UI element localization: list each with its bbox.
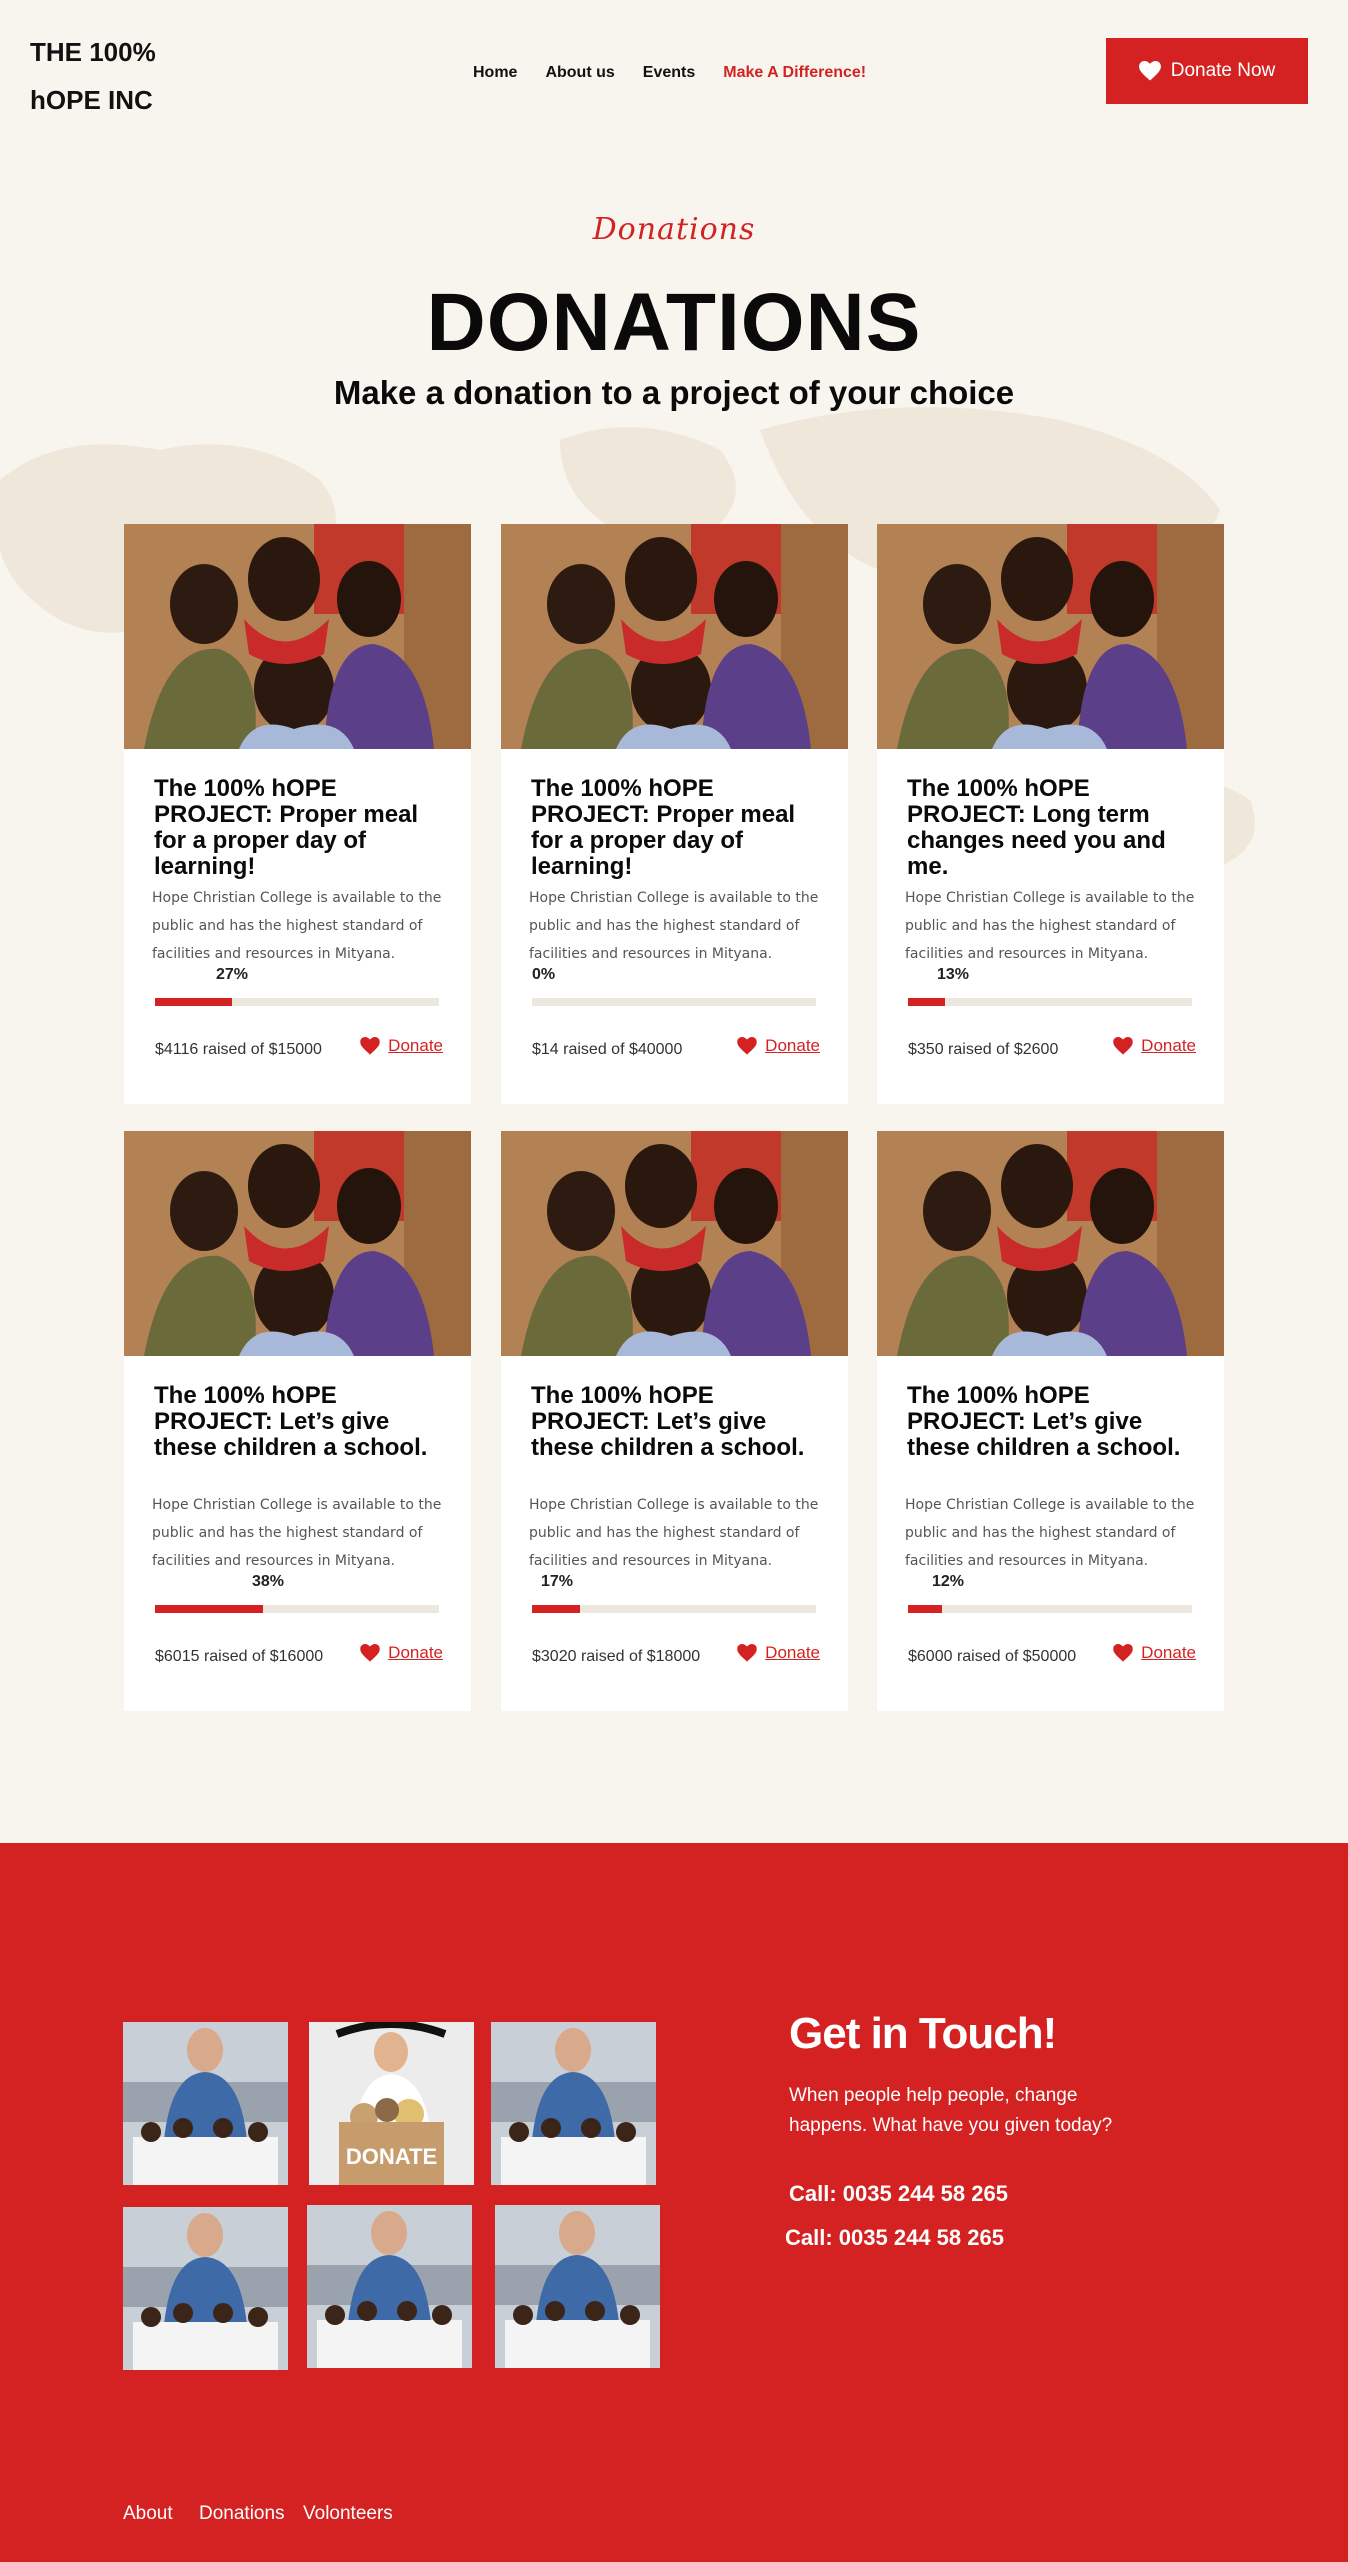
donate-link[interactable]: Donate: [1113, 1036, 1196, 1056]
project-title[interactable]: The 100% hOPE PROJECT: Proper meal for a…: [154, 776, 454, 880]
get-in-touch-text: When people help people, change happens.…: [789, 2085, 1113, 2136]
donate-now-button[interactable]: Donate Now: [1106, 38, 1308, 104]
progress-bar-fill: [908, 1605, 943, 1613]
project-description: Hope Christian College is available to t…: [152, 890, 442, 962]
phone-number[interactable]: Call: 0035 244 58 265: [789, 2181, 1008, 2207]
nav-about-us[interactable]: About us: [545, 64, 614, 82]
project-description: Hope Christian College is available to t…: [905, 890, 1195, 962]
get-in-touch-title: Get in Touch!: [789, 2009, 1057, 2058]
donate-box-text: DONATE: [345, 2144, 438, 2169]
progress-bar-fill: [532, 1605, 581, 1613]
progress-percent: 38%: [252, 1573, 285, 1590]
project-title[interactable]: The 100% hOPE PROJECT: Let’s give these …: [907, 1383, 1207, 1461]
donate-link-label: Donate: [388, 1643, 443, 1662]
donate-link[interactable]: Donate: [737, 1643, 820, 1663]
project-card: The 100% hOPE PROJECT: Let’s give these …: [501, 1131, 848, 1711]
heart-icon: [360, 1644, 380, 1662]
project-image: [877, 1131, 1224, 1356]
progress-percent: 27%: [216, 966, 249, 983]
footer-link-donations[interactable]: Donations: [199, 2503, 285, 2525]
donate-link[interactable]: Donate: [737, 1036, 820, 1056]
project-card: The 100% hOPE PROJECT: Long term changes…: [877, 524, 1224, 1104]
donate-link-label: Donate: [388, 1036, 443, 1055]
project-card: The 100% hOPE PROJECT: Proper meal for a…: [501, 524, 848, 1104]
donate-link-label: Donate: [1141, 1643, 1196, 1662]
project-image: [124, 1131, 471, 1356]
donate-link-label: Donate: [1141, 1036, 1196, 1055]
heart-icon: [360, 1037, 380, 1055]
progress-percent: 0%: [532, 966, 556, 983]
nav-home[interactable]: Home: [473, 64, 517, 82]
project-description: Hope Christian College is available to t…: [152, 1497, 442, 1569]
progress-percent: 17%: [541, 1573, 574, 1590]
heart-icon: [1113, 1644, 1133, 1662]
amount-raised: $3020 raised of $18000: [532, 1648, 701, 1665]
progress-bar: [532, 1605, 816, 1613]
phone-number[interactable]: Call: 0035 244 58 265: [785, 2225, 1004, 2251]
donate-link-label: Donate: [765, 1036, 820, 1055]
heart-icon: [1113, 1037, 1133, 1055]
donate-link[interactable]: Donate: [1113, 1643, 1196, 1663]
main-nav: Home About us Events Make A Difference!: [473, 64, 894, 82]
project-image: [124, 524, 471, 749]
amount-raised: $6000 raised of $50000: [908, 1648, 1077, 1665]
project-description: Hope Christian College is available to t…: [529, 1497, 819, 1569]
progress-bar: [908, 998, 1192, 1006]
amount-raised: $350 raised of $2600: [908, 1041, 1059, 1058]
project-image: [877, 524, 1224, 749]
progress-percent: 12%: [932, 1573, 965, 1590]
project-card: The 100% hOPE PROJECT: Let’s give these …: [877, 1131, 1224, 1711]
donate-box-photo: DONATE: [309, 2022, 474, 2185]
volunteer-photo: [495, 2205, 660, 2368]
donate-link[interactable]: Donate: [360, 1036, 443, 1056]
project-title[interactable]: The 100% hOPE PROJECT: Let’s give these …: [531, 1383, 831, 1461]
project-title[interactable]: The 100% hOPE PROJECT: Proper meal for a…: [531, 776, 831, 880]
volunteer-photo: [491, 2022, 656, 2185]
heart-icon: [1139, 61, 1161, 81]
project-card: The 100% hOPE PROJECT: Let’s give these …: [124, 1131, 471, 1711]
site-logo[interactable]: THE 100% hOPE INC: [30, 28, 230, 124]
amount-raised: $14 raised of $40000: [532, 1041, 683, 1058]
footer-link-about[interactable]: About: [123, 2503, 173, 2525]
footer: DONATE Get in Touch! When people help pe…: [0, 1843, 1348, 2562]
project-image: [501, 524, 848, 749]
project-description: Hope Christian College is available to t…: [529, 890, 819, 962]
progress-percent: 13%: [937, 966, 970, 983]
progress-bar: [155, 1605, 439, 1613]
volunteer-photo: [123, 2022, 288, 2185]
footer-link-volunteers[interactable]: Volonteers: [303, 2503, 393, 2525]
donate-link-label: Donate: [765, 1643, 820, 1662]
donate-now-label: Donate Now: [1170, 60, 1276, 81]
project-description: Hope Christian College is available to t…: [905, 1497, 1195, 1569]
progress-bar-fill: [155, 998, 232, 1006]
project-title[interactable]: The 100% hOPE PROJECT: Long term changes…: [907, 776, 1207, 880]
hero-script-heading: Donations: [592, 212, 756, 247]
progress-bar: [908, 1605, 1192, 1613]
heart-icon: [737, 1037, 757, 1055]
progress-bar-fill: [155, 1605, 263, 1613]
project-card: The 100% hOPE PROJECT: Proper meal for a…: [124, 524, 471, 1104]
nav-events[interactable]: Events: [643, 64, 695, 82]
project-title[interactable]: The 100% hOPE PROJECT: Let’s give these …: [154, 1383, 454, 1461]
volunteer-photo: [307, 2205, 472, 2368]
project-image: [501, 1131, 848, 1356]
progress-bar: [155, 998, 439, 1006]
donate-link[interactable]: Donate: [360, 1643, 443, 1663]
amount-raised: $4116 raised of $15000: [155, 1041, 322, 1058]
volunteer-photo: [123, 2207, 288, 2370]
amount-raised: $6015 raised of $16000: [155, 1648, 324, 1665]
nav-make-a-difference[interactable]: Make A Difference!: [723, 64, 866, 82]
progress-bar: [532, 998, 816, 1006]
progress-bar-fill: [908, 998, 945, 1006]
page-title: DONATIONS: [426, 277, 922, 368]
page-subtitle: Make a donation to a project of your cho…: [333, 374, 1015, 411]
heart-icon: [737, 1644, 757, 1662]
